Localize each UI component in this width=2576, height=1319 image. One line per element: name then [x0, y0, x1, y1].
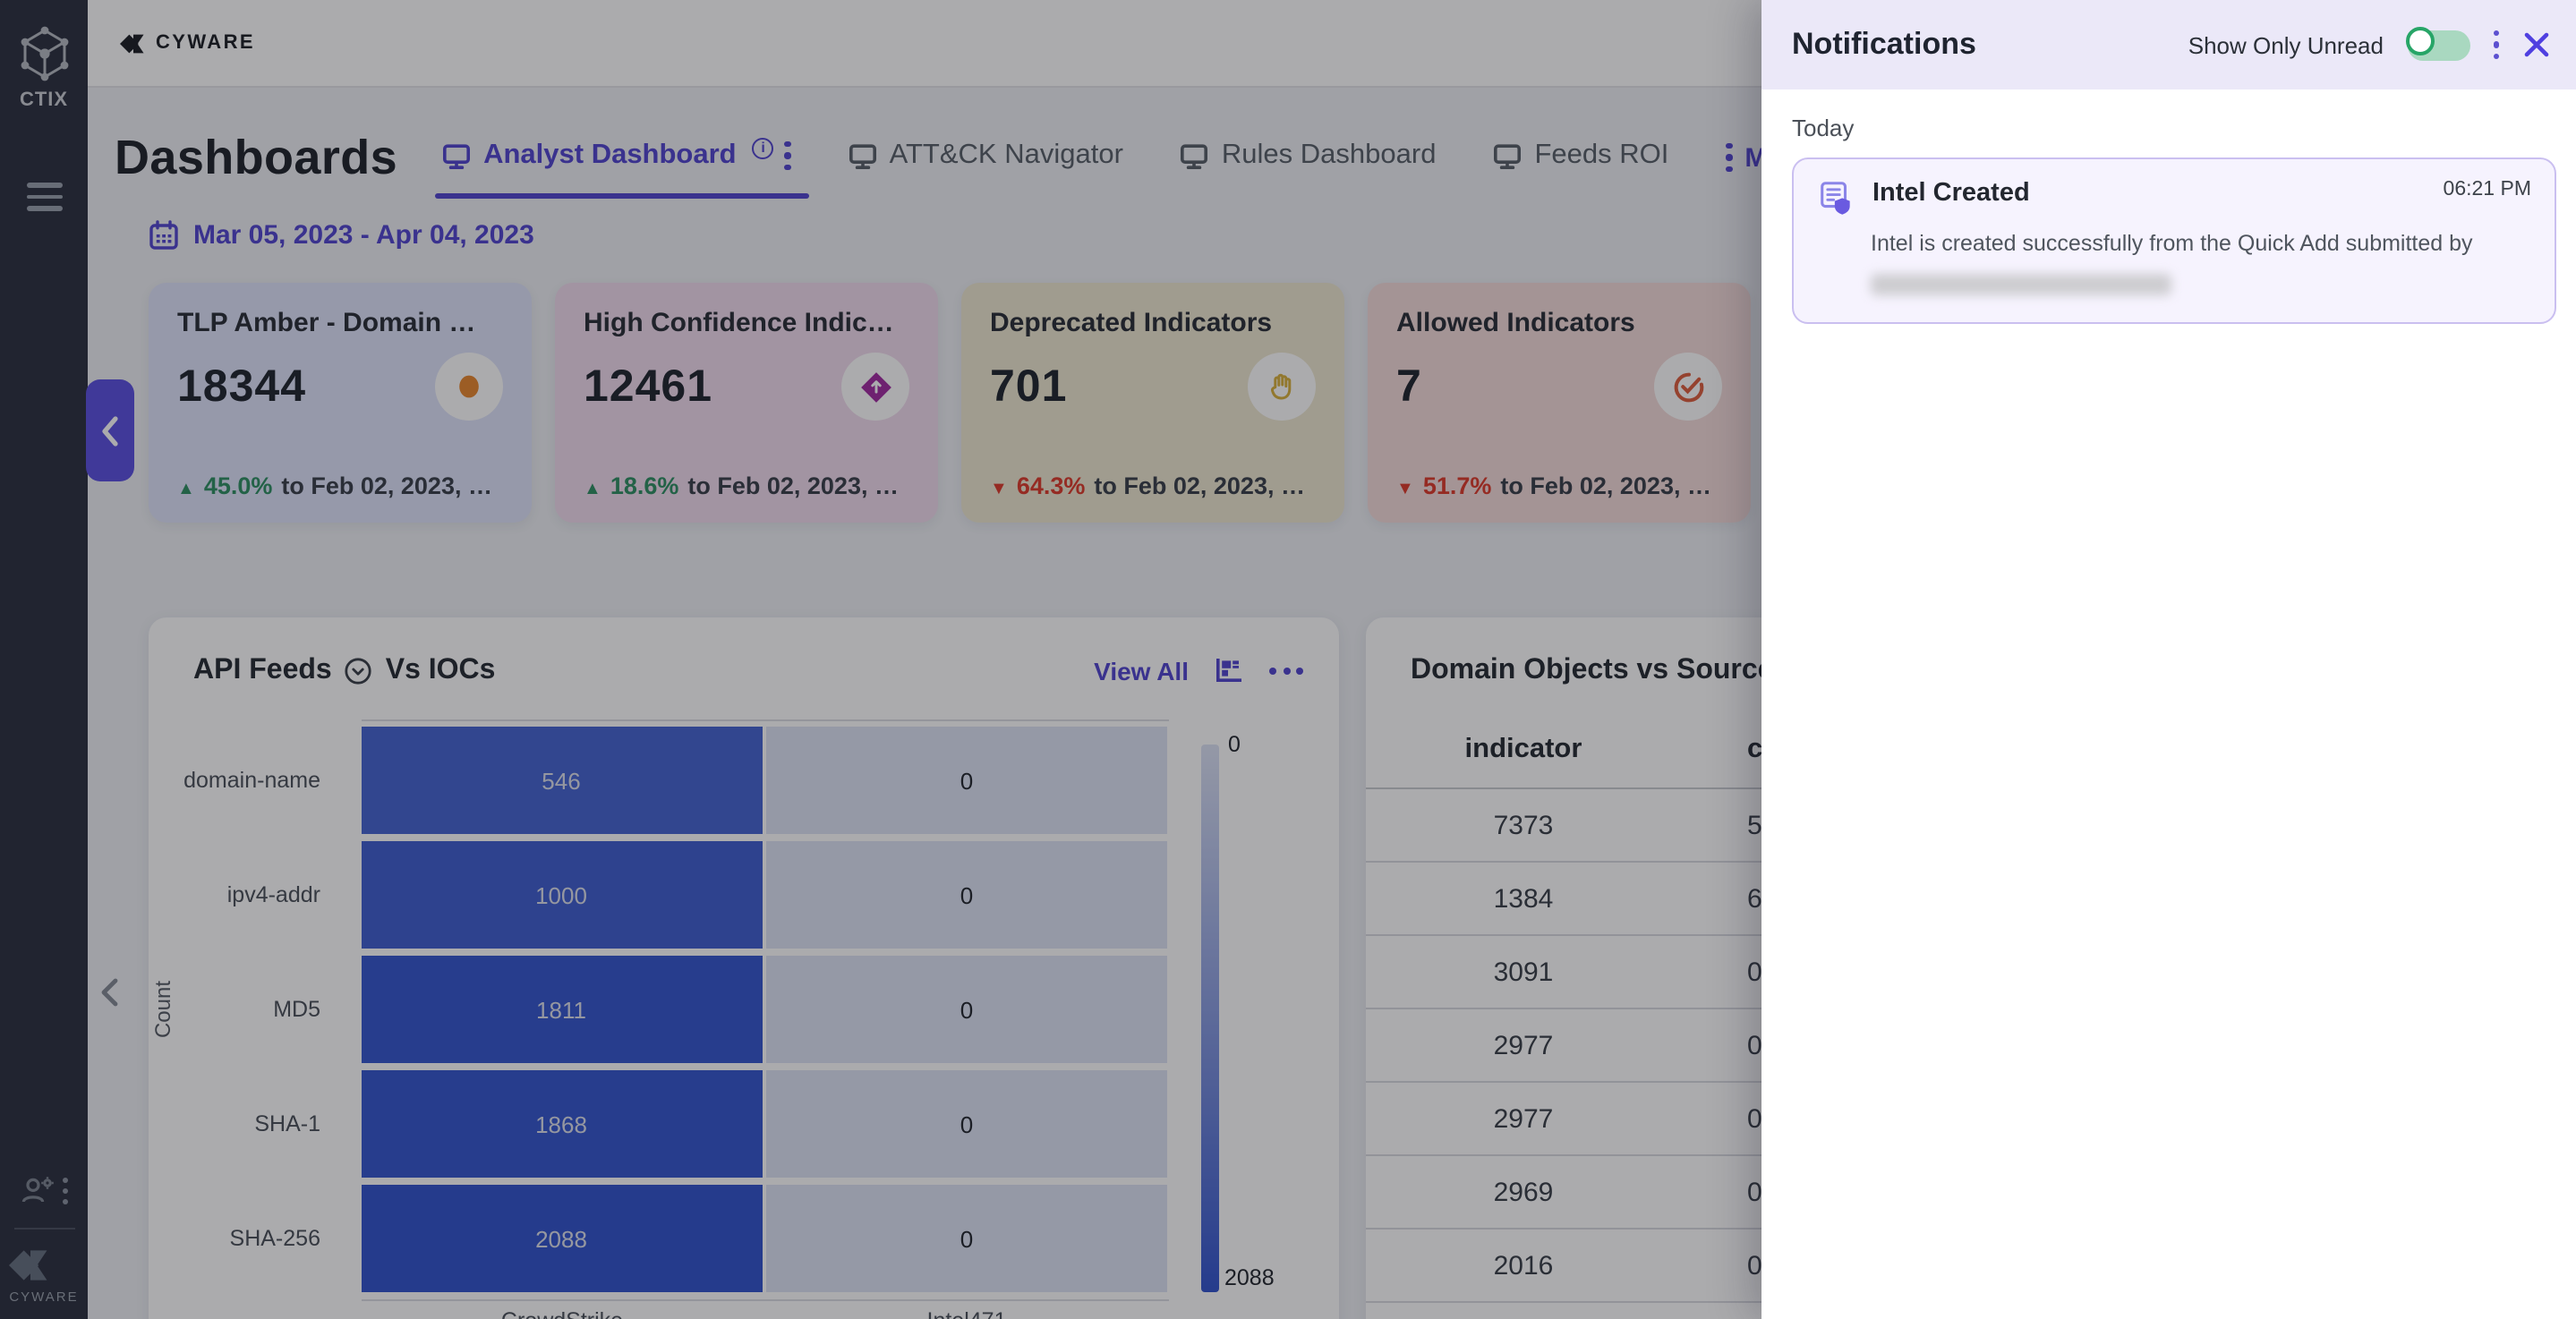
notifications-panel: Notifications Show Only Unread Today Int… [1761, 0, 2576, 1319]
notifications-kebab-icon[interactable] [2493, 30, 2499, 60]
notification-body: Intel is created successfully from the Q… [1871, 231, 2473, 256]
close-icon[interactable] [2522, 30, 2551, 59]
redacted-email [1871, 273, 2171, 294]
notification-item[interactable]: Intel Created 06:21 PM Intel is created … [1792, 157, 2556, 323]
toggle-knob [2405, 27, 2434, 55]
show-only-unread-toggle[interactable] [2405, 27, 2469, 60]
show-only-unread-label: Show Only Unread [2188, 31, 2384, 58]
notification-title: Intel Created [1872, 179, 2030, 208]
intel-shield-icon [1817, 179, 1855, 217]
notifications-header: Notifications Show Only Unread [1761, 0, 2576, 89]
notifications-section-label: Today [1792, 115, 1855, 141]
modal-scrim[interactable] [0, 0, 1761, 1319]
notifications-title: Notifications [1792, 27, 1976, 61]
notification-time: 06:21 PM [2443, 179, 2531, 200]
